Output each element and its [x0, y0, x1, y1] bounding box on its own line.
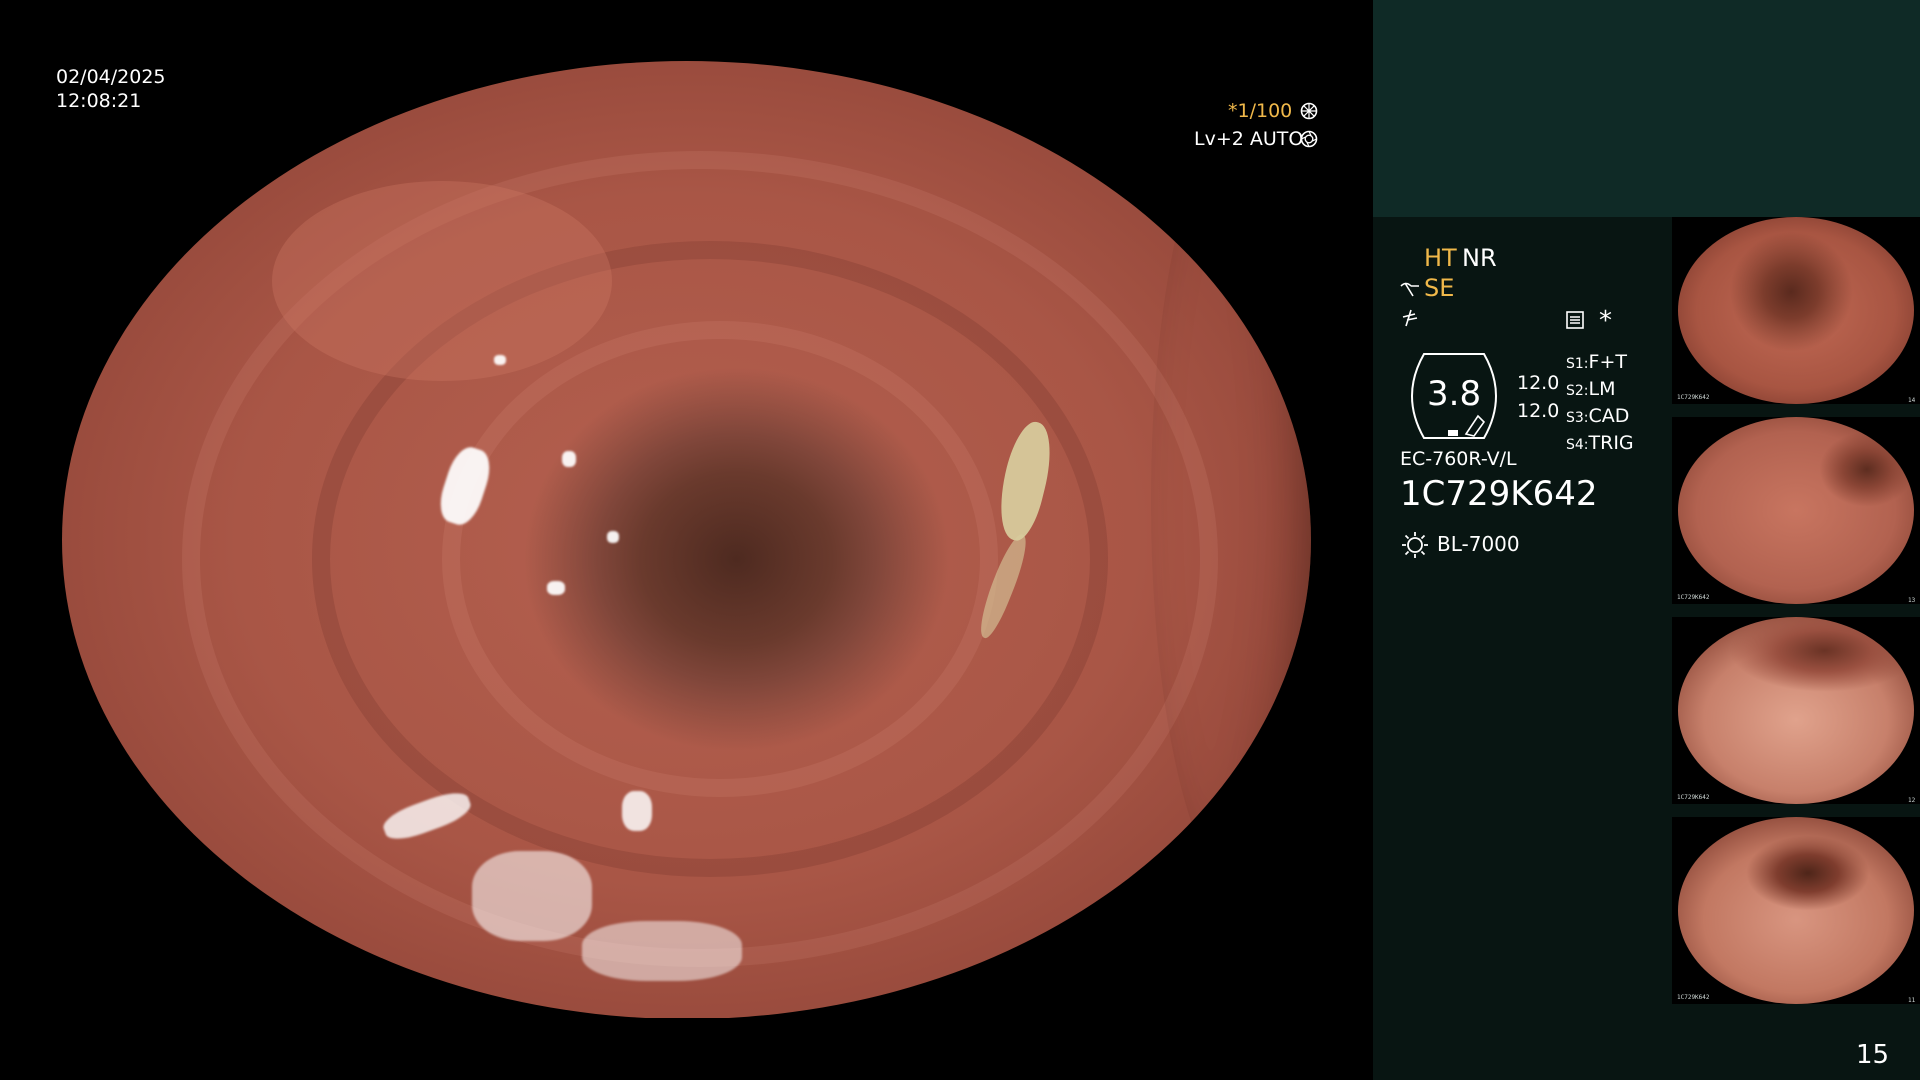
thumbnail-index: 13 [1908, 597, 1916, 604]
thumbnail-serial: 1C729K642 [1677, 394, 1710, 401]
captured-thumbnail[interactable]: 1C729K642 13 [1672, 417, 1920, 604]
thumbnail-image [1678, 417, 1914, 604]
captured-thumbnail[interactable]: 1C729K642 12 [1672, 617, 1920, 804]
captured-thumbnail[interactable]: 1C729K642 14 [1672, 217, 1920, 404]
switch-assignments: S1:F+T S2:LM S3:CAD S4:TRIG [1566, 350, 1634, 458]
structure-label: SE [1424, 274, 1455, 302]
frame-number: 15 [1856, 1040, 1890, 1070]
frame-mask-top [0, 0, 1372, 61]
light-reflection [562, 451, 576, 467]
settings-menu-icon [1566, 311, 1584, 329]
asterisk-marker: * [1599, 306, 1612, 336]
shutter-icon [1300, 102, 1318, 120]
thumbnail-index: 14 [1908, 397, 1916, 404]
light-reflection [622, 791, 652, 831]
thumbnail-index: 12 [1908, 797, 1916, 804]
scope-model: EC-760R-V/L [1400, 448, 1517, 470]
endoscopy-screen: 02/04/2025 12:08:21 *1/100 Lv+2 AUTO HT … [0, 0, 1920, 1080]
thumbnail-image [1678, 617, 1914, 804]
mucosal-bulge [272, 181, 612, 381]
switch-row: S3:CAD [1566, 405, 1630, 427]
shutter-value: *1/100 [1228, 100, 1293, 122]
noise-reduction-label: NR [1462, 244, 1497, 272]
switch-key: S1 [1566, 356, 1584, 372]
light-reflection [582, 921, 742, 981]
light-reflection [607, 531, 619, 543]
thumbnail-serial: 1C729K642 [1677, 994, 1710, 1001]
captured-thumbnail[interactable]: 1C729K642 11 [1672, 817, 1920, 1004]
mucosal-fold [442, 321, 998, 797]
light-source-icon [1402, 532, 1428, 558]
light-reflection [472, 851, 592, 941]
light-source-model: BL-7000 [1437, 532, 1520, 556]
thumbnail-serial: 1C729K642 [1677, 594, 1710, 601]
enhancement-label: HT [1424, 244, 1457, 272]
gauge-bottom-value: 12.0 [1517, 400, 1560, 422]
thumbnail-image [1678, 217, 1914, 404]
gauge-value: 3.8 [1427, 374, 1482, 414]
switch-row: S4:TRIG [1566, 432, 1634, 454]
switch-value: LM [1588, 378, 1616, 400]
iris-mode: Lv+2 AUTO [1194, 126, 1303, 152]
panel-header [1373, 0, 1920, 217]
switch-value: CAD [1588, 405, 1630, 427]
structure-icon [1400, 282, 1419, 297]
iris-icon [1300, 130, 1318, 148]
switch-value: F+T [1588, 351, 1627, 373]
thumbnail-image [1678, 817, 1914, 1004]
switch-value: TRIG [1588, 432, 1634, 454]
light-reflection [494, 355, 506, 365]
light-reflection [547, 581, 565, 595]
iris-value: Lv+2 AUTO [1194, 128, 1304, 150]
switch-row: S2:LM [1566, 378, 1616, 400]
frame-mask-bottom [0, 1018, 1372, 1080]
lumen-rim-shadow [1151, 101, 1311, 901]
switch-key: S2 [1566, 383, 1584, 399]
switch-key: S4 [1566, 437, 1584, 453]
live-endoscope-image [62, 61, 1311, 1019]
gauge-top-value: 12.0 [1517, 372, 1560, 394]
switch-row: S1:F+T [1566, 351, 1627, 373]
thumbnail-serial: 1C729K642 [1677, 794, 1710, 801]
color-mode-icon [1402, 309, 1418, 327]
scope-serial: 1C729K642 [1400, 474, 1598, 514]
thumbnail-index: 11 [1908, 997, 1916, 1004]
switch-key: S3 [1566, 410, 1584, 426]
capture-date: 02/04/2025 [56, 66, 166, 88]
shutter-speed: *1/100 [1228, 98, 1292, 124]
capture-time: 12:08:21 [56, 90, 142, 112]
live-endoscope-view: 02/04/2025 12:08:21 *1/100 Lv+2 AUTO [0, 0, 1372, 1080]
